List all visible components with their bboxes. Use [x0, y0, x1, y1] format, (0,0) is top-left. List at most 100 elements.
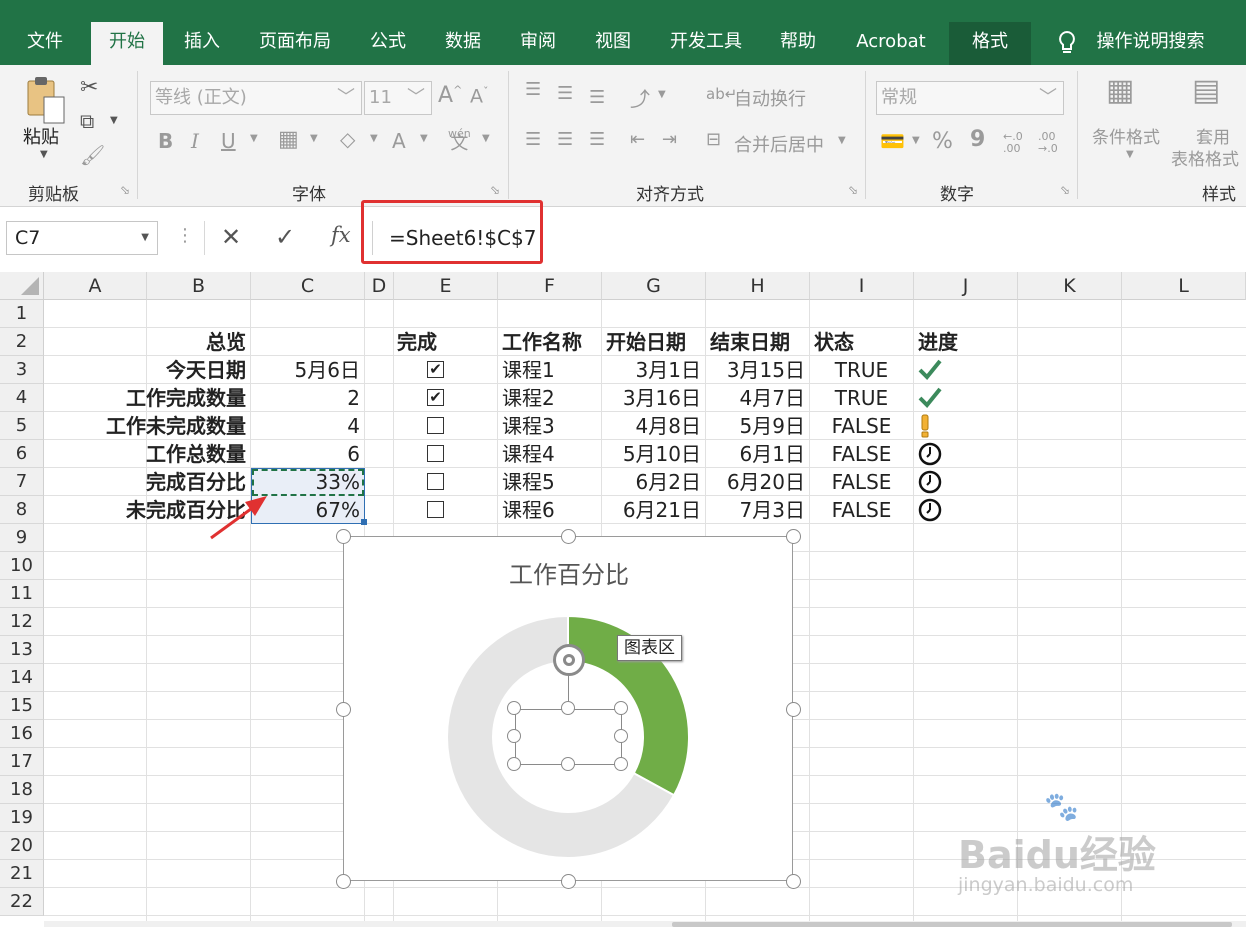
column-header-g[interactable]: G — [602, 272, 706, 300]
column-header-e[interactable]: E — [394, 272, 498, 300]
row-header-12[interactable]: 12 — [0, 608, 44, 636]
cancel-icon[interactable]: ✕ — [221, 223, 241, 251]
number-format-select[interactable]: 常规 ﹀ — [876, 81, 1064, 115]
currency-dropdown-icon[interactable]: ▼ — [912, 135, 920, 146]
conditional-format-button[interactable]: 条件格式 — [1092, 123, 1160, 148]
tab-insert[interactable]: 插入 — [170, 22, 234, 65]
chart-resize-handle[interactable] — [336, 529, 351, 544]
merge-dropdown-icon[interactable]: ▼ — [838, 135, 846, 146]
status-value[interactable]: FALSE — [810, 468, 913, 496]
row-header-5[interactable]: 5 — [0, 412, 44, 440]
border-icon[interactable]: ▦ — [278, 127, 299, 152]
header-progress[interactable]: 进度 — [918, 328, 958, 356]
row-header-6[interactable]: 6 — [0, 440, 44, 468]
done-checkbox[interactable] — [427, 473, 444, 490]
plot-area-handle[interactable] — [560, 701, 575, 715]
task-name[interactable]: 课程4 — [502, 440, 555, 468]
tab-formulas[interactable]: 公式 — [358, 22, 418, 65]
plot-area-handle[interactable] — [614, 757, 628, 771]
summary-value[interactable]: 5月6日 — [251, 356, 364, 384]
dialog-launcher-icon[interactable]: ⬂ — [848, 183, 858, 197]
done-checkbox[interactable]: ✔ — [427, 361, 444, 378]
row-header-9[interactable]: 9 — [0, 524, 44, 552]
font-color-icon[interactable]: A — [392, 129, 406, 153]
header-end-date[interactable]: 结束日期 — [710, 328, 790, 356]
align-bottom-icon[interactable]: ☰ — [589, 87, 605, 108]
chart-resize-handle[interactable] — [786, 874, 801, 889]
name-box-dropdown-icon[interactable]: ▼ — [141, 222, 149, 254]
plot-area-handle[interactable] — [560, 757, 575, 771]
chart-resize-handle[interactable] — [561, 529, 576, 544]
orientation-icon[interactable]: ⤴ — [630, 83, 650, 112]
format-table-button-line2[interactable]: 表格格式 — [1171, 145, 1239, 170]
end-date[interactable]: 7月3日 — [706, 496, 809, 524]
row-header-2[interactable]: 2 — [0, 328, 44, 356]
summary-label[interactable]: 工作未完成数量 — [44, 412, 250, 440]
end-date[interactable]: 5月9日 — [706, 412, 809, 440]
done-checkbox[interactable] — [427, 445, 444, 462]
done-checkbox[interactable] — [427, 417, 444, 434]
column-header-c[interactable]: C — [251, 272, 365, 300]
increase-decimal-icon[interactable]: ←.0.00 — [1003, 131, 1023, 155]
italic-icon[interactable]: I — [191, 129, 199, 153]
tab-home[interactable]: 开始 — [91, 22, 163, 65]
tab-format[interactable]: 格式 — [949, 22, 1031, 65]
comma-style-icon[interactable]: 9 — [970, 127, 985, 152]
row-header-16[interactable]: 16 — [0, 720, 44, 748]
row-header-15[interactable]: 15 — [0, 692, 44, 720]
row-header-7[interactable]: 7 — [0, 468, 44, 496]
status-value[interactable]: TRUE — [810, 356, 913, 384]
tab-file[interactable]: 文件 — [10, 22, 80, 65]
start-date[interactable]: 4月8日 — [602, 412, 705, 440]
row-header-13[interactable]: 13 — [0, 636, 44, 664]
font-name-select[interactable]: 等线 (正文) ﹀ — [150, 81, 362, 115]
task-name[interactable]: 课程1 — [502, 356, 555, 384]
row-header-4[interactable]: 4 — [0, 384, 44, 412]
task-name[interactable]: 课程2 — [502, 384, 555, 412]
tab-help[interactable]: 帮助 — [768, 22, 828, 65]
row-header-22[interactable]: 22 — [0, 888, 44, 916]
horizontal-scrollbar[interactable] — [672, 922, 1232, 927]
align-right-icon[interactable]: ☰ — [589, 129, 605, 150]
summary-label[interactable]: 工作完成数量 — [44, 384, 250, 412]
orientation-dropdown-icon[interactable]: ▼ — [658, 89, 666, 100]
dialog-launcher-icon[interactable]: ⬂ — [490, 183, 500, 197]
tab-acrobat[interactable]: Acrobat — [846, 22, 936, 65]
insert-function-button[interactable]: fx — [331, 223, 351, 247]
tab-page-layout[interactable]: 页面布局 — [245, 22, 345, 65]
row-header-10[interactable]: 10 — [0, 552, 44, 580]
row-header-8[interactable]: 8 — [0, 496, 44, 524]
format-painter-icon[interactable]: 🖌 — [80, 143, 105, 167]
align-center-icon[interactable]: ☰ — [557, 129, 573, 150]
tell-me-search[interactable]: 操作说明搜索 — [1088, 22, 1213, 65]
format-table-icon[interactable]: ▤ — [1192, 73, 1220, 108]
merge-center-icon[interactable]: ⊟ — [706, 129, 721, 150]
fill-color-icon[interactable]: ◇ — [340, 127, 355, 151]
status-value[interactable]: FALSE — [810, 440, 913, 468]
merge-center-button[interactable]: 合并后居中 — [734, 131, 824, 157]
align-middle-icon[interactable]: ☰ — [557, 83, 573, 104]
header-status[interactable]: 状态 — [814, 328, 854, 356]
summary-header[interactable]: 总览 — [147, 328, 250, 356]
start-date[interactable]: 6月2日 — [602, 468, 705, 496]
row-header-1[interactable]: 1 — [0, 300, 44, 328]
conditional-format-icon[interactable]: ▦ — [1106, 73, 1134, 108]
column-header-f[interactable]: F — [498, 272, 602, 300]
start-date[interactable]: 3月1日 — [602, 356, 705, 384]
done-checkbox[interactable]: ✔ — [427, 389, 444, 406]
fill-dropdown-icon[interactable]: ▼ — [370, 133, 378, 144]
header-task-name[interactable]: 工作名称 — [502, 328, 582, 356]
plot-area-handle[interactable] — [507, 757, 521, 771]
select-all-corner[interactable] — [0, 272, 44, 300]
column-header-b[interactable]: B — [147, 272, 251, 300]
enter-icon[interactable]: ✓ — [275, 223, 295, 251]
paste-icon[interactable] — [24, 75, 68, 129]
decrease-indent-icon[interactable]: ⇤ — [630, 129, 645, 150]
border-dropdown-icon[interactable]: ▼ — [310, 133, 318, 144]
phonetic-dropdown-icon[interactable]: ▼ — [482, 133, 490, 144]
wrap-text-icon[interactable]: ab↵ — [706, 85, 737, 103]
align-top-icon[interactable]: ☰ — [525, 79, 541, 100]
tab-view[interactable]: 视图 — [583, 22, 643, 65]
row-header-18[interactable]: 18 — [0, 776, 44, 804]
increase-indent-icon[interactable]: ⇥ — [662, 129, 677, 150]
